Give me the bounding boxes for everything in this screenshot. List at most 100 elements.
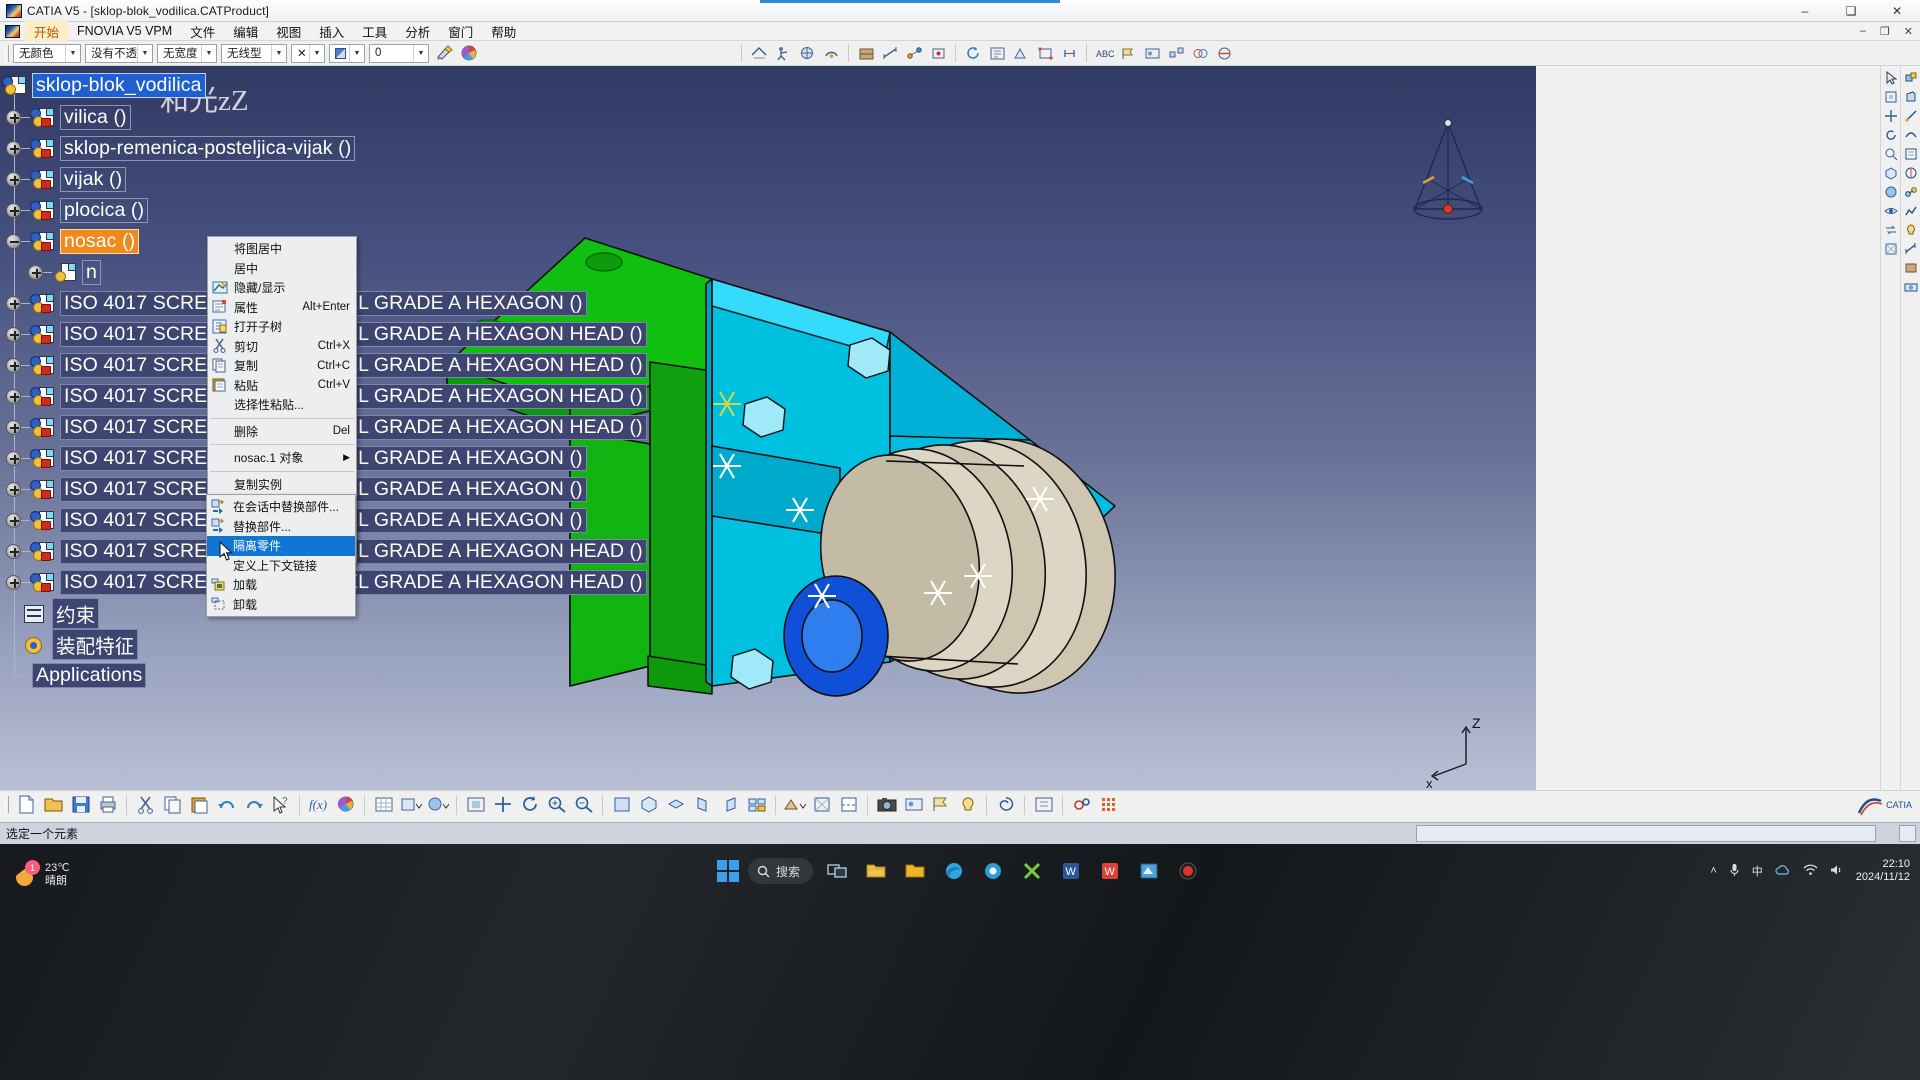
measure-item-icon[interactable] [879, 43, 901, 64]
expand-icon[interactable] [6, 482, 21, 497]
ime-icon[interactable]: 中 [1752, 863, 1763, 879]
word-icon[interactable]: W [1056, 856, 1086, 886]
tree-node-vijak[interactable]: vijak () [6, 166, 127, 193]
swap-visible-icon[interactable] [1882, 221, 1900, 239]
xmind-icon[interactable] [1017, 856, 1047, 886]
inner-close-button[interactable]: ✕ [1897, 25, 1920, 38]
menu-item-tools[interactable]: 工具 [353, 20, 396, 43]
menu-item-view[interactable]: 视图 [267, 20, 310, 43]
sketcher-icon[interactable] [1902, 107, 1920, 125]
expand-icon[interactable] [6, 575, 21, 590]
section-icon[interactable] [1213, 43, 1235, 64]
view-mode-dropdown[interactable] [398, 793, 423, 817]
catia-taskbar-icon[interactable] [1134, 856, 1164, 886]
zoom-out-bottom-icon[interactable] [571, 793, 596, 817]
ctx-paste[interactable]: 粘贴 Ctrl+V [208, 376, 356, 396]
iso-view-bottom-icon[interactable] [636, 793, 661, 817]
camera-icon[interactable] [874, 793, 899, 817]
front-view-icon[interactable] [609, 793, 634, 817]
scene-icon[interactable] [1141, 43, 1163, 64]
taskbar-clock[interactable]: 22:10 2024/11/12 [1856, 858, 1910, 884]
tree-node-sklop-remenica[interactable]: sklop-remenica-posteljica-vijak () [6, 135, 356, 162]
wireframe-icon[interactable] [1882, 240, 1900, 258]
ctx-properties[interactable]: 属性 Alt+Enter [208, 298, 356, 318]
rotate-icon[interactable] [1882, 126, 1900, 144]
chevron-down-icon[interactable]: ▼ [413, 44, 428, 62]
close-button[interactable]: ✕ [1874, 0, 1920, 22]
microphone-icon[interactable] [1729, 863, 1740, 880]
ctx-open-subtree[interactable]: 打开子树 [208, 317, 356, 337]
shading-with-edges-icon[interactable] [782, 793, 807, 817]
color-picker-icon[interactable] [333, 793, 358, 817]
tree-node-constraints[interactable]: 约束 [22, 598, 100, 629]
generative-shape-icon[interactable] [1902, 126, 1920, 144]
tree-label-applications[interactable]: Applications [32, 663, 147, 688]
menu-item-start[interactable]: 开始 [25, 19, 69, 43]
ctx-paste-special[interactable]: 选择性粘贴... [208, 395, 356, 415]
recording-icon[interactable] [1173, 856, 1203, 886]
assembly-design-icon[interactable] [1902, 69, 1920, 87]
ctx-center[interactable]: 居中 [208, 259, 356, 279]
isometric-view-icon[interactable] [1882, 164, 1900, 182]
menu-item-window[interactable]: 窗门 [439, 20, 482, 43]
menu-item-insert[interactable]: 插入 [310, 20, 353, 43]
tree-node-nosac[interactable]: nosac () [6, 228, 140, 255]
measure-between-icon[interactable] [903, 43, 925, 64]
tree-node-vilica[interactable]: vilica () [6, 104, 131, 131]
status-input-field[interactable] [1416, 825, 1876, 842]
tree-node-root[interactable]: sklop-blok_vodilica [2, 72, 206, 99]
tree-node-applications[interactable]: Applications [18, 662, 147, 689]
ctx-nosac-object[interactable]: nosac.1 对象 ▶ [208, 448, 356, 468]
chevron-down-icon[interactable]: ▼ [309, 44, 324, 62]
named-views-icon[interactable] [744, 793, 769, 817]
wifi-icon[interactable] [1803, 864, 1818, 879]
annotation-text-icon[interactable]: ABC [1093, 43, 1115, 64]
zoom-in-bottom-icon[interactable] [544, 793, 569, 817]
ctx-delete[interactable]: 删除 Del [208, 422, 356, 442]
browser-icon[interactable] [978, 856, 1008, 886]
snap-icon[interactable] [1034, 43, 1056, 64]
tree-node-nosac-child[interactable]: n [28, 259, 101, 286]
print-icon[interactable] [95, 793, 120, 817]
render-style-dropdown[interactable] [425, 793, 450, 817]
fit-all-bottom-icon[interactable] [463, 793, 488, 817]
taskbar-search-box[interactable]: 搜索 [747, 858, 814, 884]
measure-right-icon[interactable] [1902, 240, 1920, 258]
minimize-button[interactable]: – [1782, 0, 1828, 22]
walk-mode-icon[interactable] [772, 43, 794, 64]
turn-head-icon[interactable] [820, 43, 842, 64]
cut-bottom-icon[interactable] [133, 793, 158, 817]
status-resize-grip[interactable] [1899, 825, 1916, 842]
top-view-icon[interactable] [663, 793, 688, 817]
expand-icon[interactable] [6, 296, 21, 311]
select-arrow-icon[interactable] [1882, 69, 1900, 87]
linewidth-combo[interactable]: 无宽度 ▼ [157, 43, 217, 63]
paint-brush-icon[interactable] [434, 43, 456, 64]
power-input-icon[interactable] [1069, 793, 1094, 817]
inner-minimize-button[interactable]: – [1853, 25, 1873, 37]
menu-item-edit[interactable]: 编辑 [224, 20, 267, 43]
inner-restore-button[interactable]: ❐ [1873, 25, 1897, 38]
ctx-copy-instance[interactable]: 复制实例 [208, 475, 356, 495]
maximize-button[interactable]: ❑ [1828, 0, 1874, 22]
submenu-replace-in-session[interactable]: 在会话中替换部件... [207, 497, 355, 517]
apply-material-icon[interactable] [855, 43, 877, 64]
wps-icon[interactable]: W [1095, 856, 1125, 886]
explode-icon[interactable] [1165, 43, 1187, 64]
transparency-combo[interactable]: 没有不透 ▼ [85, 43, 153, 63]
tree-label[interactable]: n [82, 260, 101, 285]
task-view-icon[interactable] [822, 856, 852, 886]
menu-item-analyze[interactable]: 分析 [396, 20, 439, 43]
update-icon[interactable] [962, 43, 984, 64]
open-document-icon[interactable] [41, 793, 66, 817]
menu-item-enovia[interactable]: FNOVIA V5 VPM [68, 22, 181, 40]
collapse-icon[interactable] [6, 234, 21, 249]
rotate-bottom-icon[interactable] [517, 793, 542, 817]
pan-bottom-icon[interactable] [490, 793, 515, 817]
render-style-combo[interactable]: ▼ [329, 43, 365, 63]
onedrive-icon[interactable] [1775, 864, 1791, 879]
expand-icon[interactable] [28, 265, 43, 280]
chevron-down-icon[interactable]: ▼ [349, 44, 364, 62]
tree-node-plocica[interactable]: plocica () [6, 197, 149, 224]
tree-label[interactable]: plocica () [60, 198, 149, 223]
